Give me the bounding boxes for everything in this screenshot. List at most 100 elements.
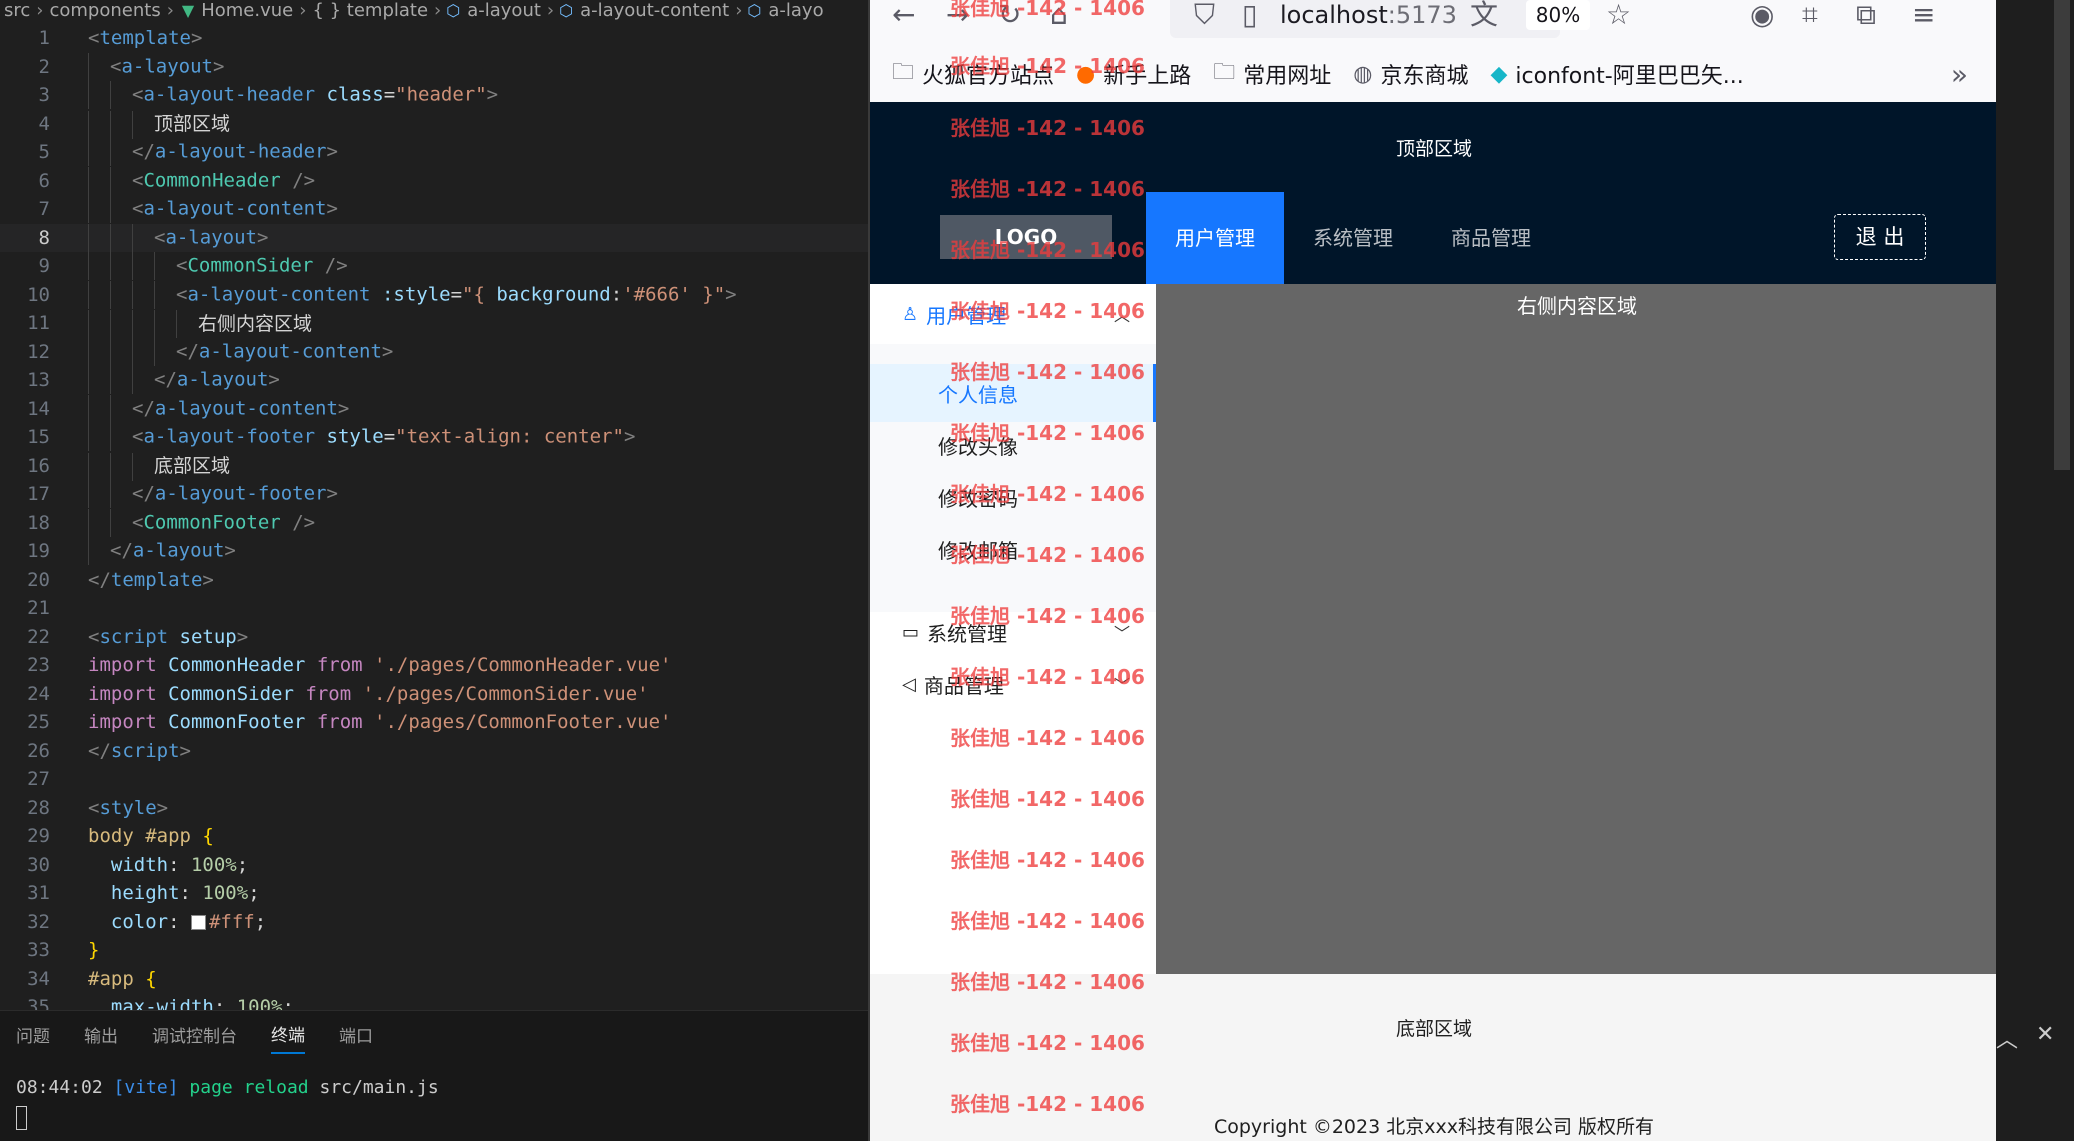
code-line[interactable]: 18 <CommonFooter /> bbox=[0, 508, 868, 538]
code-line[interactable]: 13 </a-layout> bbox=[0, 366, 868, 395]
home-icon[interactable]: ⌂ bbox=[1050, 0, 1068, 30]
code-editor[interactable]: src › components › ▼ Home.vue › { } temp… bbox=[0, 0, 868, 1010]
code-line[interactable]: 14 </a-layout-content> bbox=[0, 394, 868, 424]
scrollbar-thumb[interactable] bbox=[2054, 0, 2070, 470]
code-line[interactable]: 21 bbox=[0, 594, 868, 623]
submenu-system-mgmt[interactable]: ▭ 系统管理 ﹀ bbox=[870, 602, 1156, 662]
code-line[interactable]: 6 <CommonHeader /> bbox=[0, 166, 868, 196]
code-line[interactable]: 28 <style> bbox=[0, 794, 868, 823]
reload-icon[interactable]: ↻ bbox=[998, 0, 1021, 30]
code-lines[interactable]: 1 <template> 2 <a-layout> 3 <a-layout-heade… bbox=[0, 24, 868, 1010]
vue-file-icon: ▼ bbox=[181, 0, 195, 20]
forward-icon[interactable]: → bbox=[946, 0, 969, 30]
code-line[interactable]: 25 import CommonFooter from './pages/Comm… bbox=[0, 708, 868, 737]
color-swatch[interactable] bbox=[190, 914, 206, 930]
breadcrumb-item[interactable]: src bbox=[0, 0, 34, 20]
back-icon[interactable]: ← bbox=[892, 0, 915, 30]
page-icon: ▯ bbox=[1242, 0, 1258, 31]
code-line[interactable]: 34 #app { bbox=[0, 965, 868, 994]
code-line[interactable]: 20 </template> bbox=[0, 566, 868, 595]
code-line[interactable]: 12 </a-layout-content> bbox=[0, 337, 868, 367]
code-line[interactable]: 4 顶部区域 bbox=[0, 110, 868, 139]
terminal[interactable]: 08:44:02 [vite] page reload src/main.js bbox=[0, 1057, 868, 1135]
shield-icon[interactable]: ⛉ bbox=[1194, 0, 1215, 30]
star-icon[interactable]: ☆ bbox=[1606, 0, 1631, 30]
footer-region-text: 底部区域 bbox=[1395, 1018, 1472, 1040]
submenu-product-mgmt[interactable]: ◁ 商品管理 ﹀ bbox=[870, 654, 1156, 714]
breadcrumb-item[interactable]: a-layout-content bbox=[576, 0, 733, 20]
tab-problems[interactable]: 问题 bbox=[16, 1016, 50, 1053]
line-number: 31 bbox=[27, 882, 50, 905]
menu-item-product-mgmt[interactable]: 商品管理 bbox=[1422, 192, 1560, 284]
breadcrumb-item[interactable]: a-layo bbox=[764, 0, 827, 20]
sider-item-email[interactable]: 修改邮箱 bbox=[870, 520, 1156, 578]
line-number: 28 bbox=[27, 796, 50, 819]
line-number: 23 bbox=[27, 654, 50, 677]
zoom-level[interactable]: 80% bbox=[1526, 0, 1590, 30]
translate-icon[interactable]: 文 bbox=[1470, 0, 1498, 30]
code-line[interactable]: 22 <script setup> bbox=[0, 623, 868, 652]
app-root: 顶部区域 LOGO 用户管理 系统管理 商品管理 退 出 ♙ 用户管理 ︿ 个人… bbox=[870, 102, 1996, 1141]
code-line[interactable]: 26 </script> bbox=[0, 737, 868, 766]
breadcrumb-item[interactable]: { } template bbox=[308, 0, 432, 20]
code-line[interactable]: 3 <a-layout-header class="header"> bbox=[0, 81, 868, 110]
code-line[interactable]: 27 bbox=[0, 765, 868, 794]
terminal-file: src/main.js bbox=[319, 1077, 439, 1098]
bookmark-item[interactable]: 🗀 常用网址 bbox=[1213, 55, 1331, 93]
code-line-active[interactable]: 8 <a-layout> bbox=[0, 223, 868, 252]
notification-icon: ◁ bbox=[902, 673, 916, 695]
code-line[interactable]: 16 底部区域 bbox=[0, 452, 868, 481]
breadcrumb-item[interactable]: a-layout bbox=[463, 0, 545, 20]
tab-terminal[interactable]: 终端 bbox=[271, 1015, 305, 1054]
menu-icon[interactable]: ≡ bbox=[1912, 0, 1935, 30]
bookmarks-bar: 🗀 火狐官方站点 ● 新手上路 🗀 常用网址 ◍ 京东商城 ◆ iconfont-阿里巴巴… bbox=[870, 50, 1996, 98]
account-icon[interactable]: ◉ bbox=[1750, 0, 1774, 30]
sider-item-password[interactable]: 修改密码 bbox=[870, 468, 1156, 526]
code-line[interactable]: 29 body #app { bbox=[0, 822, 868, 851]
logout-button[interactable]: 退 出 bbox=[1834, 214, 1926, 260]
code-line[interactable]: 35 max-width: 100%; bbox=[0, 993, 868, 1010]
code-line[interactable]: 7 <a-layout-content> bbox=[0, 195, 868, 224]
extensions-icon[interactable]: ⧉ bbox=[1856, 0, 1876, 30]
bookmark-item[interactable]: ◍ 京东商城 bbox=[1353, 58, 1468, 90]
crop-icon[interactable]: ⌗ bbox=[1802, 0, 1818, 30]
line-number: 11 bbox=[27, 312, 50, 335]
copyright: Copyright ©2023 北京xxx科技有限公司 版权所有 bbox=[1213, 1116, 1655, 1138]
code-line[interactable]: 33} bbox=[0, 936, 868, 965]
code-line[interactable]: 23 import CommonHeader from './pages/Comm… bbox=[0, 651, 868, 680]
submenu-user-mgmt[interactable]: ♙ 用户管理 ︿ bbox=[870, 284, 1156, 344]
tab-ports[interactable]: 端口 bbox=[339, 1016, 373, 1053]
bookmark-item[interactable]: ◆ iconfont-阿里巴巴矢... bbox=[1491, 58, 1744, 90]
code-line[interactable]: 5 </a-layout-header> bbox=[0, 138, 868, 167]
code-line[interactable]: 17 </a-layout-footer> bbox=[0, 480, 868, 509]
code-line[interactable]: 15 <a-layout-footer style="text-align: ce… bbox=[0, 423, 868, 452]
menu-item-system-mgmt[interactable]: 系统管理 bbox=[1284, 192, 1422, 284]
code-line[interactable]: 24 import CommonSider from './pages/Commo… bbox=[0, 680, 868, 709]
code-line[interactable]: 9 <CommonSider /> bbox=[0, 252, 868, 281]
code-line[interactable]: 1 <template> bbox=[0, 24, 868, 53]
firefox-icon: ● bbox=[1076, 61, 1096, 87]
menu-item-user-mgmt[interactable]: 用户管理 bbox=[1146, 192, 1284, 284]
bookmark-item[interactable]: 🗀 火狐官方站点 bbox=[892, 55, 1054, 93]
more-bookmarks-icon[interactable]: » bbox=[1951, 58, 1968, 91]
code-line[interactable]: 31 height: 100%; bbox=[0, 879, 868, 908]
sider-item-profile[interactable]: 个人信息 bbox=[870, 364, 1156, 422]
code-line[interactable]: 11 右侧内容区域 bbox=[0, 309, 868, 338]
code-line[interactable]: 30 width: 100%; bbox=[0, 851, 868, 880]
cube-icon: ⬡ bbox=[747, 0, 762, 20]
logo: LOGO bbox=[940, 215, 1112, 259]
bookmark-item[interactable]: ● 新手上路 bbox=[1076, 58, 1191, 90]
breadcrumb-item[interactable]: Home.vue bbox=[197, 0, 297, 20]
url-text[interactable]: localhost:5173 bbox=[1280, 0, 1457, 30]
code-line[interactable]: 32 color: #fff; bbox=[0, 908, 868, 937]
close-icon[interactable]: ✕ bbox=[2036, 1022, 2054, 1047]
sider-item-avatar[interactable]: 修改头像 bbox=[870, 416, 1156, 474]
user-icon: ♙ bbox=[902, 303, 919, 325]
code-line[interactable]: 19 </a-layout> bbox=[0, 537, 868, 566]
tab-output[interactable]: 输出 bbox=[84, 1016, 118, 1053]
code-line[interactable]: 10 <a-layout-content :style="{ background… bbox=[0, 280, 868, 310]
chevron-up-icon[interactable]: ︿ bbox=[1996, 1022, 2018, 1054]
tab-debug-console[interactable]: 调试控制台 bbox=[152, 1016, 237, 1053]
code-line[interactable]: 2 <a-layout> bbox=[0, 52, 868, 82]
breadcrumb-item[interactable]: components bbox=[45, 0, 164, 20]
